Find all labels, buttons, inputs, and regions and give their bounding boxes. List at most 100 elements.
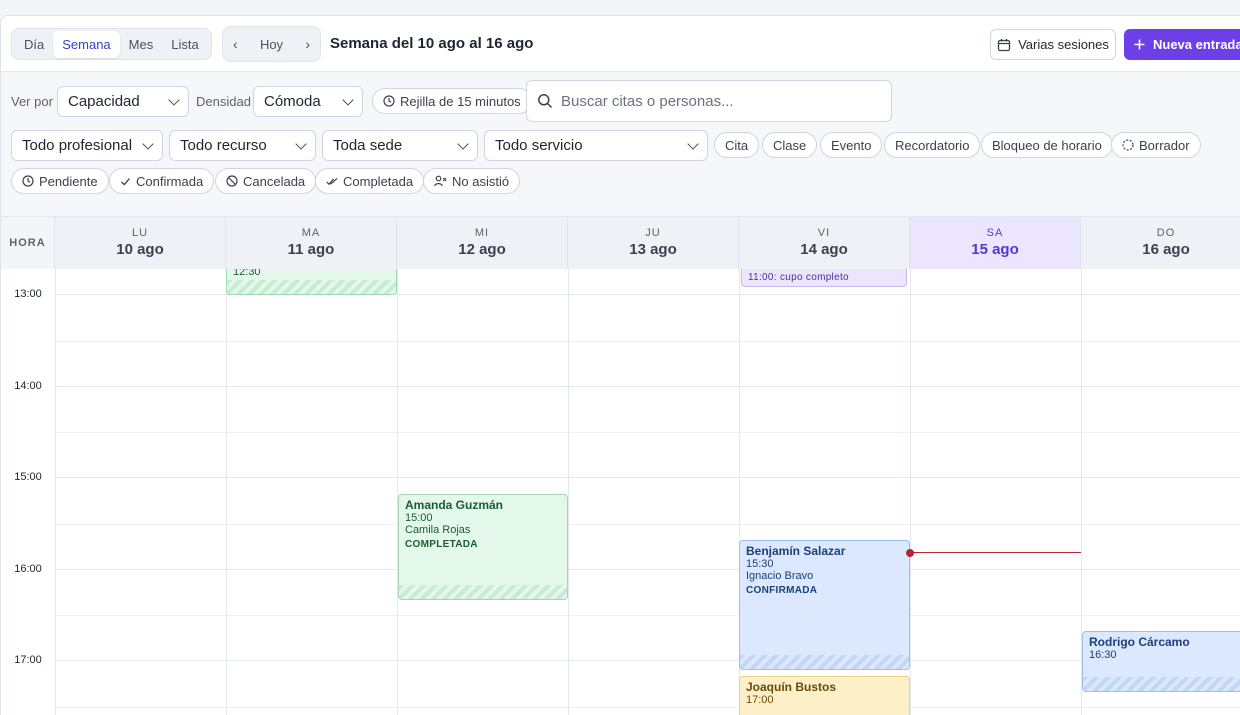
hour-line [1, 386, 1240, 387]
grid-interval-toggle[interactable]: Rejilla de 15 minutos [372, 88, 532, 114]
day-header-wed[interactable]: MI 12 ago [397, 217, 568, 269]
type-event-chip[interactable]: Evento [820, 132, 883, 158]
day-name: DO [1156, 227, 1176, 239]
type-appointment-label: Cita [725, 137, 749, 153]
day-name: LU [131, 227, 149, 239]
type-reminder-chip[interactable]: Recordatorio [884, 132, 981, 158]
professional-value: Todo profesional [22, 137, 133, 154]
appointment-time: 15:30 [746, 558, 774, 570]
site-select[interactable]: Toda sede [322, 130, 478, 161]
hour-line [1, 477, 1240, 478]
half-hour-line [55, 524, 1240, 525]
column-divider [910, 269, 911, 715]
appointment-card[interactable]: Rodrigo Cárcamo 16:30 [1082, 631, 1240, 692]
hatch-pattern [399, 585, 567, 599]
service-select[interactable]: Todo servicio [484, 130, 708, 161]
hatch-pattern [227, 280, 396, 294]
view-switcher: Día Semana Mes Lista [11, 28, 212, 60]
appointment-status: CONFIRMADA [746, 585, 818, 596]
type-draft-chip[interactable]: Borrador [1111, 132, 1201, 158]
column-divider [568, 269, 569, 715]
hour-column-header: HORA [1, 217, 55, 269]
day-date: 14 ago [800, 241, 848, 258]
dashed-circle-icon [1122, 139, 1134, 151]
day-header-tue[interactable]: MA 11 ago [226, 217, 397, 269]
chevron-left-icon[interactable]: ‹ [233, 36, 238, 52]
hour-line [1, 569, 1240, 570]
appointment-professional: Camila Rojas [405, 524, 471, 536]
chevron-down-icon [142, 137, 154, 150]
clock-icon [22, 175, 34, 187]
appointment-title: Rodrigo Cárcamo [1089, 635, 1190, 649]
view-by-value: Capacidad [68, 93, 140, 110]
day-name: MA [301, 227, 321, 239]
calendar-grid[interactable]: 13:00 14:00 15:00 16:00 17:00 12:30 11:0… [1, 269, 1240, 715]
appointment-time: 17:00 [746, 694, 774, 706]
status-noshow-chip[interactable]: No asistió [423, 168, 521, 194]
current-time-dot [906, 549, 914, 557]
tab-month[interactable]: Mes [120, 31, 163, 58]
appointment-card[interactable]: Benjamín Salazar 15:30 Ignacio Bravo CON… [739, 540, 910, 670]
tab-list[interactable]: Lista [162, 31, 207, 58]
type-class-chip[interactable]: Clase [762, 132, 818, 158]
appointment-professional: Ignacio Bravo [746, 570, 814, 582]
grid-interval-label: Rejilla de 15 minutos [400, 93, 521, 109]
appointment-card[interactable]: 12:30 [226, 269, 397, 295]
type-appointment-chip[interactable]: Cita [714, 132, 760, 158]
time-label: 13:00 [1, 288, 55, 300]
appointment-card[interactable]: Amanda Guzmán 15:00 Camila Rojas COMPLET… [398, 494, 568, 600]
status-cancelled-chip[interactable]: Cancelada [215, 168, 317, 194]
status-pending-chip[interactable]: Pendiente [11, 168, 109, 194]
time-label: 14:00 [1, 380, 55, 392]
day-header-thu[interactable]: JU 13 ago [568, 217, 739, 269]
calendar-app: Día Semana Mes Lista ‹ Hoy › Semana del … [0, 15, 1240, 715]
capacity-card[interactable]: 11:00: cupo completo [741, 269, 907, 287]
half-hour-line [55, 707, 1240, 708]
appointment-card[interactable]: Joaquín Bustos 17:00 [739, 676, 910, 715]
view-by-select[interactable]: Capacidad [57, 86, 189, 117]
day-header-mon[interactable]: LU 10 ago [55, 217, 226, 269]
tab-day[interactable]: Día [15, 31, 53, 58]
status-confirmed-chip[interactable]: Confirmada [109, 168, 215, 194]
search-input[interactable] [561, 92, 881, 110]
appointment-status: COMPLETADA [405, 539, 478, 550]
chevron-right-icon[interactable]: › [305, 36, 310, 52]
hatch-pattern [1083, 677, 1240, 691]
day-name: MI [474, 227, 490, 239]
tab-week[interactable]: Semana [53, 30, 120, 58]
hour-line [1, 294, 1240, 295]
status-completed-chip[interactable]: Completada [315, 168, 425, 194]
density-value: Cómoda [264, 93, 321, 110]
date-navigation: ‹ Hoy › [222, 26, 321, 62]
user-x-icon [434, 175, 447, 187]
view-by-label: Ver por [11, 94, 53, 109]
multiple-sessions-button[interactable]: Varias sesiones [990, 29, 1116, 60]
professional-select[interactable]: Todo profesional [11, 130, 163, 161]
type-block-chip[interactable]: Bloqueo de horario [981, 132, 1113, 158]
day-header-sat[interactable]: SA 15 ago [910, 217, 1081, 269]
half-hour-line [55, 432, 1240, 433]
density-select[interactable]: Cómoda [253, 86, 363, 117]
status-cancelled-label: Cancelada [243, 173, 306, 189]
chevron-down-icon [168, 93, 180, 106]
type-draft-label: Borrador [1139, 137, 1190, 153]
type-block-label: Bloqueo de horario [992, 137, 1102, 153]
week-title: Semana del 10 ago al 16 ago [330, 35, 534, 52]
type-event-label: Evento [831, 137, 872, 153]
site-value: Toda sede [333, 137, 403, 154]
resource-select[interactable]: Todo recurso [169, 130, 316, 161]
today-button[interactable]: Hoy [260, 37, 283, 52]
day-name: JU [645, 227, 661, 239]
status-confirmed-label: Confirmada [136, 173, 204, 189]
ban-icon [226, 175, 238, 187]
type-class-label: Clase [773, 137, 807, 153]
day-header-fri[interactable]: VI 14 ago [739, 217, 910, 269]
new-entry-button[interactable]: Nueva entrada [1124, 29, 1240, 60]
search-icon [538, 94, 553, 109]
appointment-time: 15:00 [405, 512, 433, 524]
current-time-line [910, 552, 1081, 553]
density-label: Densidad [196, 94, 251, 109]
new-entry-label: Nueva entrada [1153, 37, 1240, 52]
calendar-header: HORA LU 10 ago MA 11 ago MI 12 ago JU 13… [1, 217, 1240, 269]
day-header-sun[interactable]: DO 16 ago [1081, 217, 1240, 269]
